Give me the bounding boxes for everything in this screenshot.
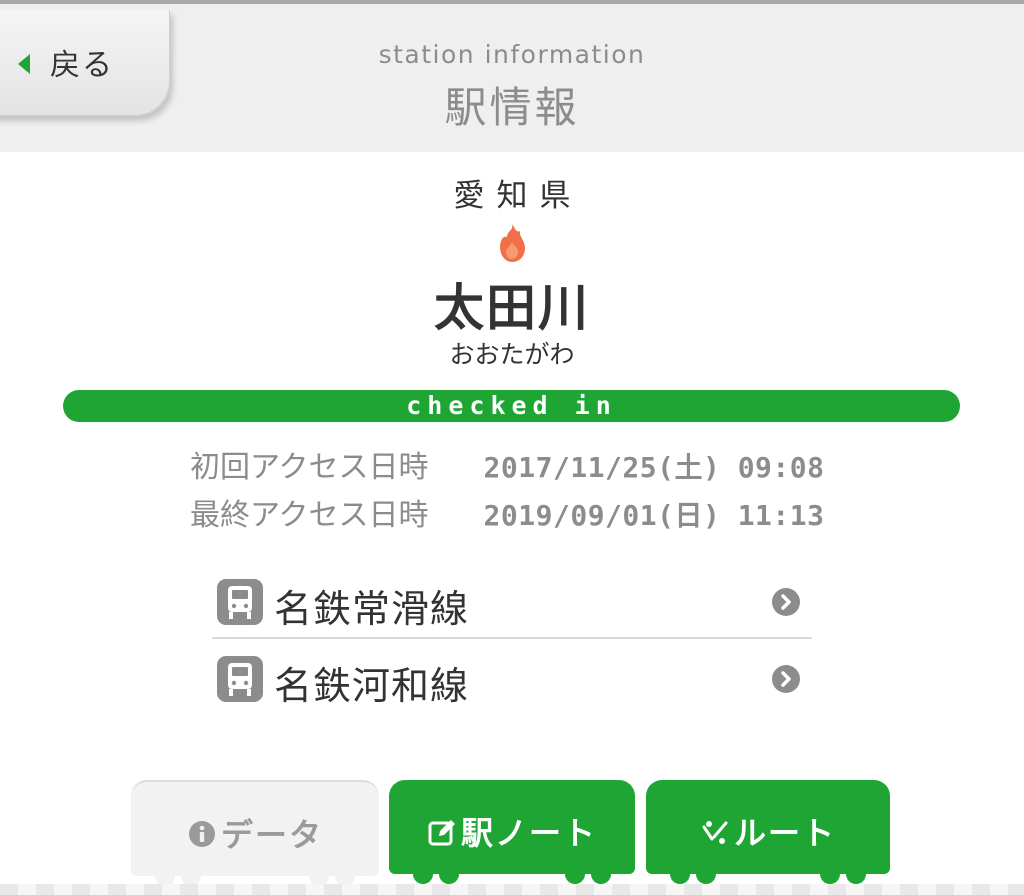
wheel-decoration [565, 864, 585, 884]
chevron-right-icon [772, 665, 800, 693]
tab-data[interactable]: データ [131, 780, 379, 886]
checked-in-status-bar: checked in [63, 390, 960, 422]
last-access-row: 最終アクセス日時 2019/09/01(日) 11:13 [190, 490, 824, 533]
flame-icon [500, 224, 525, 262]
train-icon [217, 656, 263, 702]
wheel-decoration [820, 864, 840, 884]
line-item-meitetsu-kowa[interactable]: 名鉄河和線 [212, 644, 812, 714]
wheel-decoration [309, 866, 329, 886]
wheel-decoration [413, 864, 433, 884]
tab-note-label: 駅ノート [460, 814, 597, 852]
tab-route-label: ルート [733, 814, 836, 852]
wheel-decoration [155, 866, 175, 886]
prefecture-name: 愛知県 [453, 178, 583, 214]
train-icon [217, 579, 263, 625]
route-icon [702, 821, 728, 844]
line-item-meitetsu-tokoname[interactable]: 名鉄常滑線 [212, 567, 812, 639]
edit-icon [428, 820, 455, 846]
last-access-value: 2019/09/01(日) 11:13 [483, 499, 825, 532]
wheel-decoration [670, 864, 690, 884]
line-label: 名鉄常滑線 [274, 587, 470, 631]
first-access-label: 初回アクセス日時 [190, 450, 429, 485]
station-reading: おおたがわ [449, 340, 575, 369]
header-subtitle: station information [378, 40, 646, 69]
page-title: 駅情報 [444, 83, 580, 132]
tab-route[interactable]: ルート [646, 780, 890, 884]
first-access-value: 2017/11/25(土) 09:08 [483, 451, 825, 484]
chevron-right-icon [772, 588, 800, 616]
info-icon [188, 821, 215, 847]
wheel-decoration [696, 864, 716, 884]
tab-data-label: データ [220, 816, 323, 854]
wheel-decoration [335, 866, 355, 886]
wheel-decoration [439, 864, 459, 884]
header-bar: 戻る station information 駅情報 [0, 0, 1024, 152]
rail-track-decoration [0, 884, 1024, 895]
last-access-label: 最終アクセス日時 [190, 498, 429, 533]
station-name: 太田川 [434, 279, 590, 337]
wheel-decoration [181, 866, 201, 886]
first-access-row: 初回アクセス日時 2017/11/25(土) 09:08 [190, 442, 824, 485]
wheel-decoration [591, 864, 611, 884]
wheel-decoration [846, 864, 866, 884]
line-label: 名鉄河和線 [274, 664, 470, 708]
tab-station-note[interactable]: 駅ノート [389, 780, 635, 884]
